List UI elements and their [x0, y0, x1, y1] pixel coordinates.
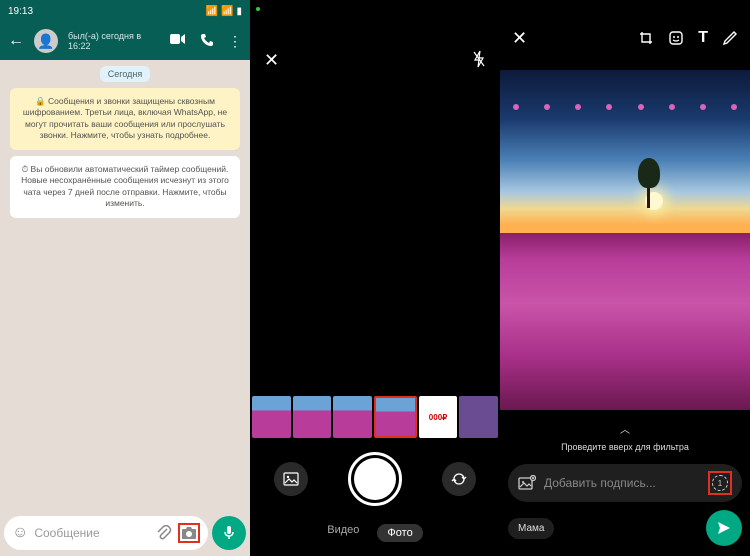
avatar[interactable]: 👤 [34, 29, 58, 53]
flip-camera-icon[interactable] [442, 462, 476, 496]
contact-status[interactable]: был(-а) сегодня в 16:22 [68, 31, 160, 51]
status-bar: 19:13 📶 📶 ▮ [0, 0, 250, 22]
send-row: Мама [508, 510, 742, 546]
voice-call-icon[interactable] [200, 33, 214, 50]
text-icon[interactable]: T [698, 29, 708, 47]
clock: 19:13 [8, 6, 33, 17]
editor-toolbar: ✕ T [500, 22, 750, 54]
more-icon[interactable]: ⋮ [228, 33, 242, 50]
flash-off-icon[interactable] [472, 50, 486, 68]
mode-photo[interactable]: Фото [377, 524, 422, 542]
camera-screen: ✕ 000₽ Видео Фото [250, 0, 500, 556]
chat-body: Сегодня 🔒 Сообщения и звонки защищены ск… [0, 60, 250, 224]
sticker-icon[interactable] [668, 30, 684, 46]
camera-controls [250, 452, 500, 506]
thumbnail[interactable] [459, 396, 498, 438]
video-call-icon[interactable] [170, 33, 186, 50]
back-arrow-icon[interactable]: ← [8, 32, 24, 50]
camera-status-bar [250, 0, 500, 18]
status-icons: 📶 📶 ▮ [206, 6, 242, 17]
message-input-bar: ☺ Сообщение [4, 516, 246, 550]
encryption-notice[interactable]: 🔒 Сообщения и звонки защищены сквозным ш… [10, 88, 240, 150]
close-icon[interactable]: ✕ [512, 28, 527, 49]
caption-placeholder: Добавить подпись... [544, 476, 700, 490]
camera-icon[interactable] [181, 526, 197, 540]
camera-active-dot [256, 7, 260, 11]
camera-button-highlight [178, 523, 200, 543]
crop-rotate-icon[interactable] [638, 30, 654, 46]
mode-video[interactable]: Видео [327, 524, 359, 542]
photo-preview[interactable] [500, 70, 750, 410]
view-once-highlight: 1 [708, 471, 732, 495]
thumbnail[interactable] [293, 396, 332, 438]
chevron-up-icon: ︿ [500, 421, 750, 436]
close-icon[interactable]: ✕ [264, 50, 279, 71]
signal-icon: 📶 [206, 6, 218, 17]
timer-notice[interactable]: ⏱ Вы обновили автоматический таймер сооб… [10, 156, 240, 218]
emoji-icon[interactable]: ☺ [12, 524, 28, 542]
date-pill: Сегодня [100, 66, 151, 82]
swipe-hint: Проведите вверх для фильтра [500, 442, 750, 452]
recipient-chip[interactable]: Мама [508, 518, 554, 539]
wifi-icon: 📶 [221, 6, 233, 17]
view-once-icon[interactable]: 1 [712, 475, 728, 491]
chat-header: ← 👤 был(-а) сегодня в 16:22 ⋮ [0, 22, 250, 60]
send-button[interactable] [706, 510, 742, 546]
thumbnail[interactable] [333, 396, 372, 438]
mic-button[interactable] [212, 516, 246, 550]
thumbnail-selected[interactable] [374, 396, 417, 438]
shutter-button[interactable] [348, 452, 402, 506]
thumbnail[interactable] [252, 396, 291, 438]
gallery-icon[interactable] [274, 462, 308, 496]
message-placeholder: Сообщение [34, 526, 150, 540]
caption-input[interactable]: Добавить подпись... 1 [508, 464, 742, 502]
camera-modes: Видео Фото [250, 524, 500, 542]
attach-icon[interactable] [156, 525, 172, 541]
camera-viewfinder [250, 80, 500, 386]
draw-icon[interactable] [722, 30, 738, 46]
chat-screen: 19:13 📶 📶 ▮ ← 👤 был(-а) сегодня в 16:22 … [0, 0, 250, 556]
photo-editor-screen: ✕ T ︿ Проведите вверх для фильтра Добави… [500, 0, 750, 556]
add-image-icon[interactable] [518, 475, 536, 491]
thumbnail[interactable]: 000₽ [419, 396, 458, 438]
gallery-thumbnails: 000₽ [250, 396, 500, 438]
battery-icon: ▮ [236, 6, 242, 17]
message-input[interactable]: ☺ Сообщение [4, 516, 208, 550]
editor-status-bar [500, 0, 750, 22]
